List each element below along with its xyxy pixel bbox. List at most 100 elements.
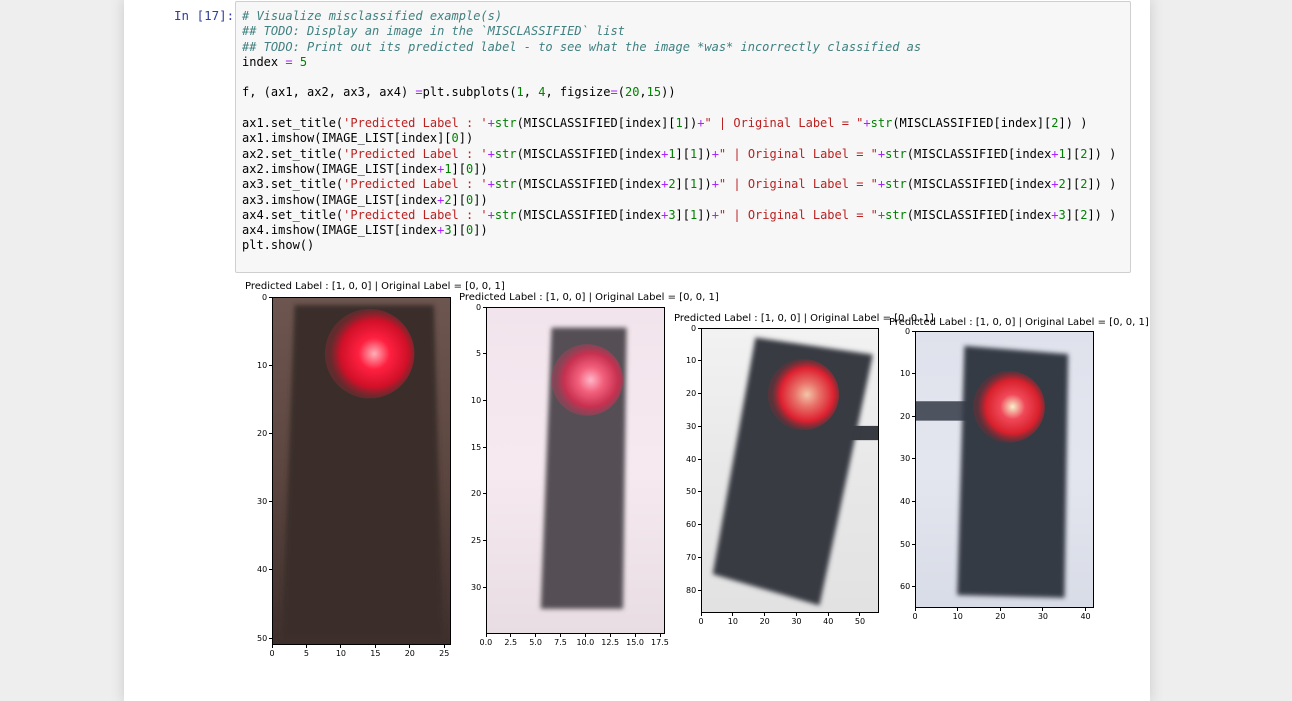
y-tick-label: 20	[686, 389, 697, 399]
code-cell[interactable]: # Visualize misclassified example(s) ## T…	[235, 1, 1131, 273]
code-token: ax1.imshow(IMAGE_LIST[index][	[242, 131, 452, 146]
image-axes	[272, 297, 451, 645]
y-tick-label: 15	[471, 442, 482, 452]
code-token: +	[487, 207, 495, 222]
code-token: ][	[1065, 146, 1081, 161]
x-tick-mark	[510, 634, 512, 637]
code-token: ## TODO: Print out its predicted label -…	[242, 39, 922, 54]
x-tick-label: 0	[912, 612, 918, 621]
code-token: ax4.set_title(	[242, 207, 344, 222]
code-token: (MISCLASSIFIED[index][	[516, 116, 676, 131]
x-tick-label: 40	[823, 617, 834, 626]
code-token: +	[863, 116, 871, 131]
y-tick-mark	[269, 637, 272, 639]
code-line: index = 5	[242, 55, 1116, 70]
code-token: str	[494, 116, 517, 131]
x-tick-mark	[732, 613, 734, 616]
code-token: plt.subplots(	[422, 85, 517, 100]
x-tick-mark	[659, 634, 661, 637]
code-token: 20	[624, 85, 640, 100]
image-axes	[701, 328, 879, 613]
y-tick-mark	[269, 364, 272, 366]
y-tick-mark	[912, 373, 915, 375]
code-token: " | Original Label = "	[718, 207, 878, 222]
y-tick-label: 40	[257, 565, 268, 575]
code-token: 'Predicted Label : '	[343, 207, 488, 222]
code-token: 5	[292, 54, 308, 69]
y-tick-label: 10	[257, 360, 268, 370]
code-token: ][	[1065, 207, 1081, 222]
code-token: 3	[444, 223, 452, 238]
code-token: ]) )	[1087, 207, 1117, 222]
traffic-light-image	[273, 298, 450, 644]
code-token: ])	[473, 161, 488, 176]
code-token: ]) )	[1087, 146, 1117, 161]
code-token: +	[711, 146, 719, 161]
code-token: +	[487, 116, 495, 131]
y-tick-label: 10	[686, 356, 697, 366]
x-tick-label: 20	[759, 617, 770, 626]
y-tick-mark	[483, 446, 486, 448]
y-tick-label: 40	[686, 454, 697, 464]
code-token: 3	[1058, 207, 1066, 222]
x-tick-mark	[305, 645, 307, 648]
code-token: (MISCLASSIFIED[index	[906, 146, 1052, 161]
code-editor[interactable]: # Visualize misclassified example(s) ## T…	[242, 9, 1116, 254]
code-token: =	[610, 85, 618, 100]
code-token: (MISCLASSIFIED[index	[516, 146, 662, 161]
y-tick-label: 5	[476, 349, 482, 359]
code-token: # Visualize misclassified example(s)	[242, 9, 503, 23]
y-tick-mark	[483, 306, 486, 308]
red-light	[767, 358, 840, 431]
y-tick-label: 80	[686, 585, 697, 595]
code-token: ][	[451, 161, 466, 176]
x-tick-mark	[1042, 608, 1044, 611]
subplot-title: Predicted Label : [1, 0, 0] | Original L…	[459, 292, 719, 303]
y-tick-mark	[698, 425, 701, 427]
code-token: (MISCLASSIFIED[index][	[892, 116, 1052, 131]
y-tick-label: 0	[691, 323, 697, 333]
x-tick-mark	[485, 634, 487, 637]
code-token: plt.show()	[242, 238, 315, 253]
y-tick-mark	[698, 327, 701, 329]
y-tick-label: 20	[900, 411, 911, 421]
code-token: +	[487, 177, 495, 192]
x-tick-label: 10	[952, 612, 963, 621]
subplot-title: Predicted Label : [1, 0, 0] | Original L…	[245, 281, 505, 292]
y-tick-label: 20	[257, 428, 268, 438]
y-tick-label: 30	[900, 454, 911, 464]
code-token: 'Predicted Label : '	[343, 116, 488, 131]
code-token: ax2.set_title(	[242, 146, 344, 161]
y-tick-label: 50	[900, 539, 911, 549]
y-tick-label: 20	[471, 489, 482, 499]
y-tick-label: 10	[900, 369, 911, 379]
code-token: +	[1051, 146, 1059, 161]
code-token: ][	[451, 192, 466, 207]
code-line: ax2.imshow(IMAGE_LIST[index+1][0])	[242, 162, 1116, 177]
x-tick-label: 10	[335, 649, 347, 658]
y-tick-mark	[912, 500, 915, 502]
code-token: =	[415, 85, 423, 100]
x-tick-mark	[795, 613, 797, 616]
x-tick-mark	[634, 634, 636, 637]
image-axes	[915, 331, 1094, 608]
code-line: ax1.set_title('Predicted Label : '+str(M…	[242, 116, 1116, 131]
x-tick-mark	[999, 608, 1001, 611]
x-tick-label: 5	[303, 649, 310, 658]
x-tick-mark	[859, 613, 861, 616]
traffic-light-image	[916, 332, 1093, 607]
code-token: str	[885, 207, 907, 222]
y-tick-label: 0	[262, 292, 268, 302]
code-token: ))	[661, 85, 676, 100]
x-tick-label: 30	[1037, 612, 1049, 621]
x-tick-label: 10	[727, 617, 738, 626]
y-tick-label: 30	[686, 421, 697, 431]
y-tick-mark	[912, 458, 915, 460]
code-token: f, (ax1, ax2, ax3, ax4)	[242, 85, 416, 100]
code-line: ## TODO: Print out its predicted label -…	[242, 40, 1116, 55]
code-line: # Visualize misclassified example(s)	[242, 9, 1116, 24]
code-line: ax4.imshow(IMAGE_LIST[index+3][0])	[242, 223, 1116, 238]
code-token: 1	[516, 85, 524, 100]
